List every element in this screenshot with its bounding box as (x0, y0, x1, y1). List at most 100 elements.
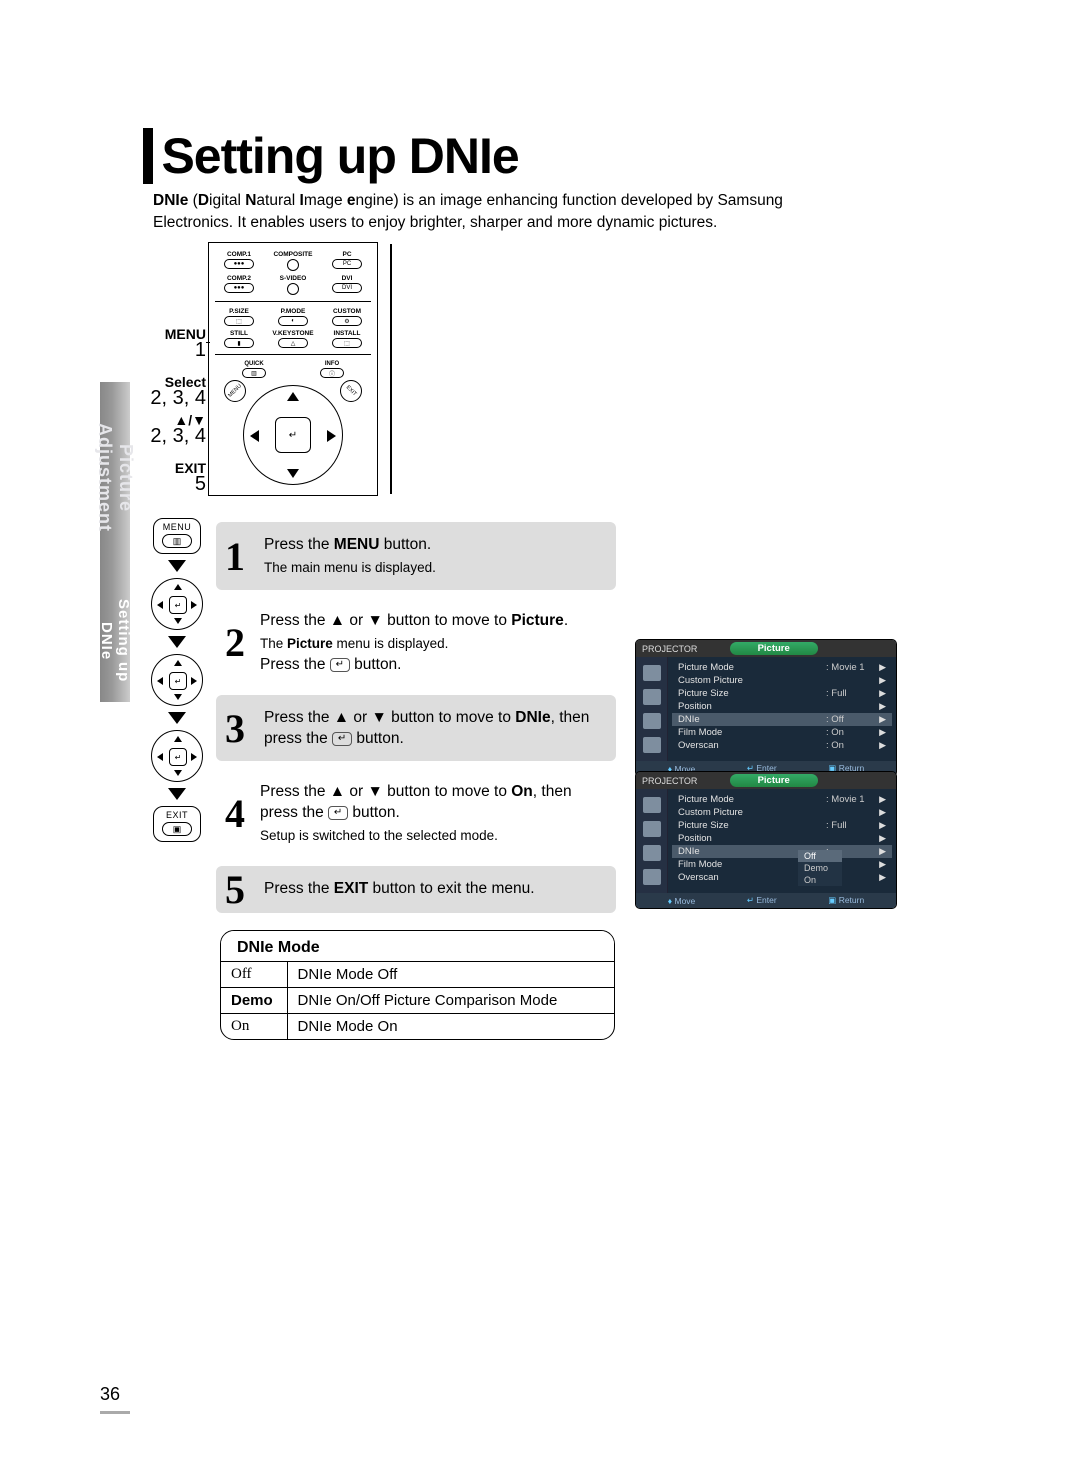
step-ref-select: 2, 3, 4 (136, 390, 206, 406)
step-number: 2 (216, 600, 254, 685)
remote-btn-dvi: DVI (332, 283, 362, 293)
dpad-mini-icon: ↵ (151, 654, 203, 706)
osd-tab-picture: Picture (730, 642, 818, 655)
page-number: 36 (100, 1384, 130, 1414)
remote-btn-install: ⬚ (332, 338, 362, 348)
arrow-down-icon (168, 636, 186, 648)
remote-btn-custom: ⚙ (332, 316, 362, 326)
osd-menu-picture-options: PROJECTOR Picture Picture Mode: Movie 1▶… (636, 772, 896, 908)
osd-row: Film Mode: On▶ (672, 726, 892, 739)
menu-button-icon: MENU ▥ (153, 518, 201, 554)
step-ref-exit: 5 (136, 476, 206, 492)
vertical-separator (390, 244, 392, 494)
osd-projector-label: PROJECTOR (642, 644, 697, 654)
remote-btn-pc: PC (332, 259, 362, 269)
step-number: 5 (216, 866, 254, 913)
title-accent-bar (143, 128, 153, 184)
osd-icon (643, 689, 661, 705)
osd-row: DNIe: Off▶ (672, 713, 892, 726)
remote-btn-psize: ⬚ (224, 316, 254, 326)
osd-row: Custom Picture▶ (672, 806, 892, 819)
remote-diagram: COMP.1●●● COMPOSITE PCPC COMP.2●●● S-VID… (208, 242, 378, 496)
table-row: OffDNIe Mode Off (221, 962, 614, 988)
intro-text: DNIe (Digital Natural Image engine) is a… (153, 190, 853, 234)
osd-tab-picture: Picture (730, 774, 818, 787)
dpad-mini-icon: ↵ (151, 578, 203, 630)
instruction-step: 2Press the ▲ or ▼ button to move to Pict… (216, 600, 616, 685)
page-number-underline (100, 1411, 130, 1414)
osd-row: Picture Mode: Movie 1▶ (672, 793, 892, 806)
dpad-right-icon (327, 430, 336, 442)
dpad-mini-icon: ↵ (151, 730, 203, 782)
remote-btn-menu: MENU (224, 380, 246, 402)
osd-row: Position▶ (672, 832, 892, 845)
table-row: DemoDNIe On/Off Picture Comparison Mode (221, 988, 614, 1014)
remote-btn-quick: ▥ (242, 368, 266, 378)
osd-row: Overscan: On▶ (672, 739, 892, 752)
osd-icon (643, 797, 661, 813)
osd-row: Custom Picture▶ (672, 674, 892, 687)
section-tab: Picture Adjustment Setting up DNIe (100, 382, 130, 702)
osd-row: Position▶ (672, 700, 892, 713)
dpad-down-icon (287, 469, 299, 478)
osd-projector-label: PROJECTOR (642, 776, 697, 786)
osd-row: Film Mode:▶ (672, 858, 892, 871)
page-title-wrap: Setting up DNIe (143, 128, 519, 184)
osd-row: Picture Size: Full▶ (672, 687, 892, 700)
remote-btn-info: ⓘ (320, 368, 344, 378)
remote-dpad: MENU EXIT ↵ (228, 380, 358, 490)
osd-icon (643, 845, 661, 861)
step-ref-updown: 2, 3, 4 (136, 428, 206, 444)
osd-icon (643, 713, 661, 729)
osd-sidebar (636, 657, 668, 761)
remote-btn-vkeystone: △ (278, 338, 308, 348)
remote-step-labels: MENU 1 Select 2, 3, 4 ▲/▼ 2, 3, 4 EXIT 5 (136, 326, 206, 508)
osd-footer: ♦ Move ↵ Enter ▣ Return (636, 893, 896, 908)
section-subtitle: Setting up DNIe (98, 580, 132, 702)
remote-btn-composite (287, 259, 299, 271)
osd-dnie-options: OffDemoOn (798, 850, 842, 886)
step-ref-menu: 1 (136, 342, 206, 358)
arrow-down-icon (168, 712, 186, 724)
dnie-mode-table: DNIe Mode OffDNIe Mode OffDemoDNIe On/Of… (220, 930, 615, 1040)
osd-icon (643, 737, 661, 753)
dpad-up-icon (287, 392, 299, 401)
osd-option: On (798, 874, 842, 886)
remote-btn-pmode: ◐ (278, 316, 308, 326)
step-text: Press the ▲ or ▼ button to move to DNIe,… (254, 695, 616, 761)
osd-option: Demo (798, 862, 842, 874)
exit-button-icon: EXIT ▣ (153, 806, 201, 842)
dpad-left-icon (250, 430, 259, 442)
osd-icon (643, 821, 661, 837)
step-number: 3 (216, 695, 254, 761)
instruction-step: 4Press the ▲ or ▼ button to move to On, … (216, 771, 616, 856)
osd-option: Off (798, 850, 842, 862)
arrow-down-icon (168, 560, 186, 572)
osd-row: Picture Size: Full▶ (672, 819, 892, 832)
step-icon-column: MENU ▥ ↵ ↵ ↵ EXIT ▣ (148, 518, 206, 844)
instruction-step: 3Press the ▲ or ▼ button to move to DNIe… (216, 695, 616, 761)
dnie-mode-title: DNIe Mode (237, 939, 320, 957)
step-number: 1 (216, 522, 254, 590)
manual-page: Picture Adjustment Setting up DNIe Setti… (0, 0, 1080, 1474)
remote-btn-still: ▮ (224, 338, 254, 348)
osd-row: Overscan:▶ (672, 871, 892, 884)
section-title: Picture Adjustment (94, 390, 136, 566)
step-text: Press the ▲ or ▼ button to move to On, t… (254, 771, 616, 856)
step-text: Press the ▲ or ▼ button to move to Pictu… (254, 600, 616, 685)
osd-menu-picture: PROJECTOR Picture Picture Mode: Movie 1▶… (636, 640, 896, 776)
instruction-steps: 1Press the MENU button.The main menu is … (216, 522, 616, 913)
remote-btn-exit: EXIT (340, 380, 362, 402)
osd-icon (643, 869, 661, 885)
step-number: 4 (216, 771, 254, 856)
instruction-step: 5Press the EXIT button to exit the menu. (216, 866, 616, 913)
page-title: Setting up DNIe (161, 128, 518, 184)
osd-icon (643, 665, 661, 681)
remote-btn-enter: ↵ (275, 417, 311, 453)
step-text: Press the MENU button.The main menu is d… (254, 522, 616, 590)
remote-btn-comp2: ●●● (224, 283, 254, 293)
osd-row: DNIe:▶ (672, 845, 892, 858)
osd-row: Picture Mode: Movie 1▶ (672, 661, 892, 674)
step-text: Press the EXIT button to exit the menu. (254, 866, 616, 913)
remote-btn-comp1: ●●● (224, 259, 254, 269)
